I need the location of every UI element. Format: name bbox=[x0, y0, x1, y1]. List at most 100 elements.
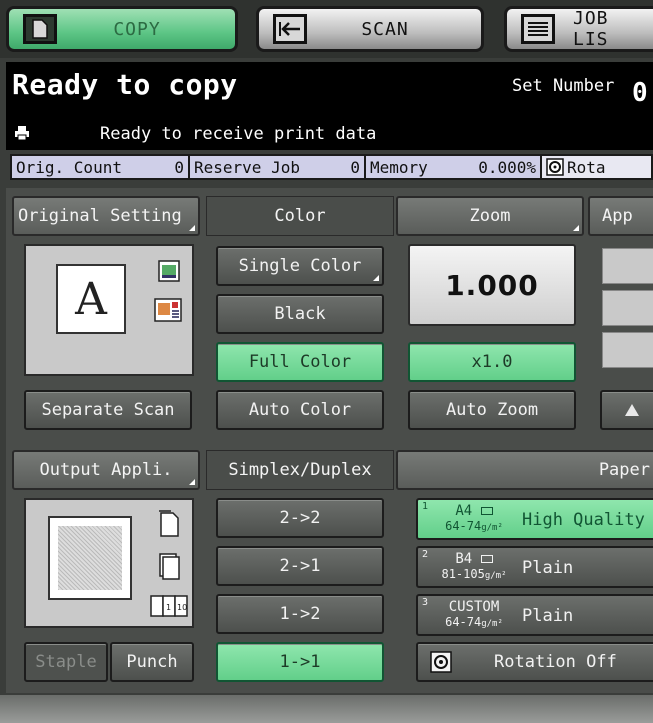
full-color-label: Full Color bbox=[248, 352, 352, 372]
corner-indicator-icon bbox=[189, 225, 195, 231]
app-slot-1[interactable] bbox=[602, 248, 653, 284]
duplex-option-label: 2->2 bbox=[279, 508, 321, 528]
tray-weight: 64-74 bbox=[445, 519, 482, 533]
auto-color-button[interactable]: Auto Color bbox=[216, 390, 384, 430]
separate-scan-button[interactable]: Separate Scan bbox=[24, 390, 192, 430]
punch-button[interactable]: Punch bbox=[110, 642, 194, 682]
original-setting-label: Original Setting bbox=[18, 206, 182, 226]
duplex-option-label: 1->2 bbox=[279, 604, 321, 624]
face-down-icon bbox=[159, 510, 179, 537]
auto-zoom-button[interactable]: Auto Zoom bbox=[408, 390, 576, 430]
mixed-image-icon bbox=[154, 298, 182, 322]
tray-size-label: B4 bbox=[455, 551, 473, 567]
color-header-label: Color bbox=[274, 206, 326, 226]
app-slot-3[interactable] bbox=[602, 332, 653, 368]
tab-copy-label: COPY bbox=[113, 18, 161, 40]
separate-scan-label: Separate Scan bbox=[41, 400, 175, 420]
paper-tray-2-button[interactable]: 2 B4 81-105g/m² Plain bbox=[416, 546, 653, 588]
output-preview: 1 10 bbox=[24, 498, 194, 628]
reserve-job-value: 0 bbox=[350, 157, 360, 177]
counter-bar: Orig. Count 0 Reserve Job 0 Memory 0.000… bbox=[10, 154, 653, 180]
set-number-label: Set Number bbox=[512, 76, 615, 96]
tray-paper-type: Plain bbox=[522, 606, 574, 626]
tray-size-label: CUSTOM bbox=[448, 599, 500, 615]
corner-indicator-icon bbox=[373, 275, 379, 281]
tab-scan-label: SCAN bbox=[361, 18, 409, 40]
photo-icon bbox=[158, 260, 180, 282]
tray-number: 1 bbox=[422, 501, 429, 512]
tray-size-label: A4 bbox=[455, 503, 473, 519]
zoom-header-label: Zoom bbox=[469, 206, 511, 226]
application-button[interactable]: App bbox=[588, 196, 653, 236]
auto-color-label: Auto Color bbox=[248, 400, 352, 420]
duplex-1-2-button[interactable]: 1->2 bbox=[216, 594, 384, 634]
color-header: Color bbox=[206, 196, 394, 236]
black-label: Black bbox=[274, 304, 326, 324]
zoom-button[interactable]: Zoom bbox=[396, 196, 584, 236]
single-color-button[interactable]: Single Color bbox=[216, 246, 384, 286]
paper-orientation-icon bbox=[480, 507, 493, 515]
tray-weight-unit: g/m² bbox=[481, 619, 503, 629]
tab-scan[interactable]: SCAN bbox=[256, 6, 484, 52]
orig-count-label: Orig. Count bbox=[16, 157, 122, 177]
rotate-icon bbox=[430, 651, 452, 673]
black-button[interactable]: Black bbox=[216, 294, 384, 334]
duplex-option-label: 2->1 bbox=[279, 556, 321, 576]
memory-value: 0.000% bbox=[478, 157, 536, 177]
punch-label: Punch bbox=[126, 652, 178, 672]
staple-label: Staple bbox=[35, 652, 97, 672]
memory-label: Memory bbox=[370, 157, 428, 177]
staple-button[interactable]: Staple bbox=[24, 642, 108, 682]
paper-orientation-icon bbox=[480, 555, 493, 563]
zoom-1x-label: x1.0 bbox=[471, 352, 513, 372]
scan-arrow-icon bbox=[273, 14, 307, 44]
orig-count-value: 0 bbox=[174, 157, 184, 177]
rotate-icon bbox=[546, 158, 564, 176]
duplex-1-1-button[interactable]: 1->1 bbox=[216, 642, 384, 682]
tab-copy[interactable]: COPY bbox=[6, 6, 238, 52]
zoom-1x-button[interactable]: x1.0 bbox=[408, 342, 576, 382]
duplex-option-label: 1->1 bbox=[279, 652, 321, 672]
full-color-button[interactable]: Full Color bbox=[216, 342, 384, 382]
paper-header-label: Paper bbox=[598, 460, 650, 480]
rotation-off-button[interactable]: Rotation Off bbox=[416, 642, 653, 682]
status-panel: Ready to copy Set Number 0 Ready to rece… bbox=[6, 62, 653, 150]
app-slot-2[interactable] bbox=[602, 290, 653, 326]
tray-paper-type: Plain bbox=[522, 558, 574, 578]
paper-tray-1-button[interactable]: 1 A4 64-74g/m² High Quality bbox=[416, 498, 653, 540]
paper-tray-3-button[interactable]: 3 CUSTOM 64-74g/m² Plain bbox=[416, 594, 653, 636]
tab-job-list-label: JOB LIS bbox=[573, 8, 609, 50]
rotation-cell[interactable]: Rota bbox=[542, 156, 651, 178]
corner-indicator-icon bbox=[573, 225, 579, 231]
paper-button[interactable]: Paper bbox=[396, 450, 653, 490]
sort-icon bbox=[159, 553, 180, 580]
tray-weight-unit: g/m² bbox=[484, 571, 507, 581]
function-tabbar: COPY SCAN JOB LIS bbox=[0, 0, 653, 58]
up-arrow-icon bbox=[625, 404, 639, 416]
tab-job-list[interactable]: JOB LIS bbox=[504, 6, 653, 52]
scroll-up-button[interactable] bbox=[600, 390, 653, 430]
zoom-value-display: 1.000 bbox=[408, 244, 576, 326]
duplex-2-2-button[interactable]: 2->2 bbox=[216, 498, 384, 538]
original-letter: A bbox=[56, 264, 126, 334]
original-setting-button[interactable]: Original Setting bbox=[12, 196, 200, 236]
orig-count-cell: Orig. Count 0 bbox=[12, 156, 190, 178]
status-message: Ready to receive print data bbox=[100, 124, 377, 144]
tray-size: A4 64-74g/m² bbox=[434, 504, 514, 536]
original-preview: A bbox=[24, 244, 194, 376]
output-appli-button[interactable]: Output Appli. bbox=[12, 450, 200, 490]
rotation-label: Rota bbox=[567, 157, 606, 177]
status-title: Ready to copy bbox=[12, 68, 238, 101]
tray-weight-unit: g/m² bbox=[481, 523, 503, 533]
copy-settings-panel: Original Setting A Separate Scan Color S… bbox=[6, 188, 653, 693]
printer-icon bbox=[15, 126, 29, 140]
set-number-value: 0 bbox=[632, 78, 648, 108]
duplex-2-1-button[interactable]: 2->1 bbox=[216, 546, 384, 586]
duplex-header: Simplex/Duplex bbox=[206, 450, 394, 490]
reserve-job-label: Reserve Job bbox=[194, 157, 300, 177]
job-list-icon bbox=[521, 14, 555, 44]
svg-text:10: 10 bbox=[177, 603, 187, 612]
output-page bbox=[48, 516, 132, 600]
single-color-label: Single Color bbox=[238, 256, 362, 276]
tray-weight: 64-74 bbox=[445, 615, 482, 629]
